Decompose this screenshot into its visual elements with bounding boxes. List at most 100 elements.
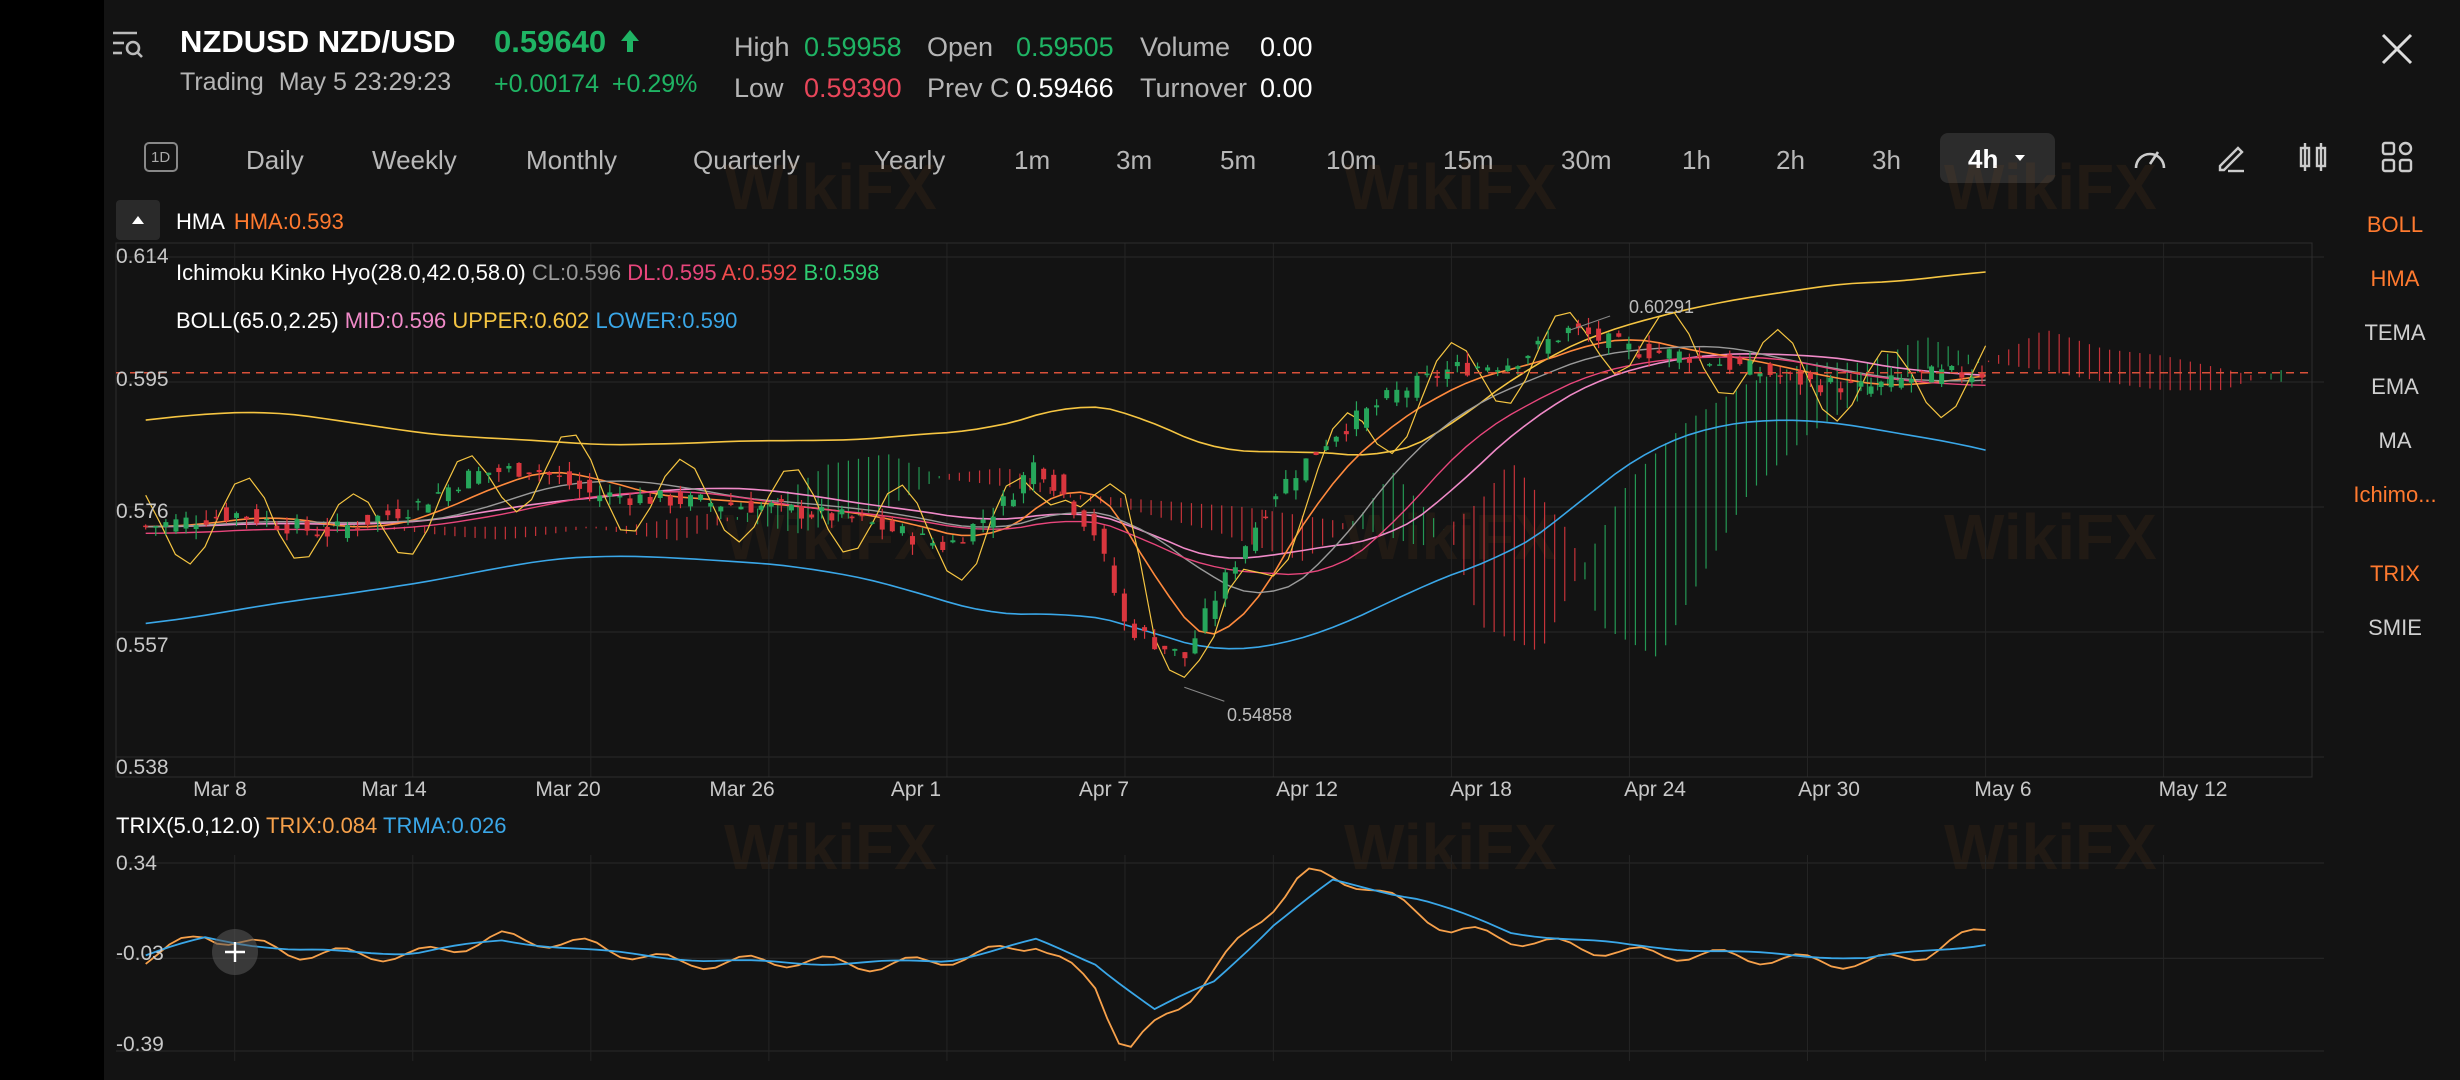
- candle-body: [344, 525, 350, 539]
- candle-body: [980, 519, 986, 524]
- candle-body: [294, 519, 300, 529]
- tab-10m[interactable]: 10m: [1326, 145, 1377, 176]
- candle-body: [728, 502, 734, 505]
- candle-body: [334, 521, 340, 526]
- candle-body: [143, 525, 149, 528]
- indicator-ma[interactable]: MA: [2330, 428, 2460, 454]
- x-tick-label: Mar 26: [709, 778, 775, 801]
- tab-yearly[interactable]: Yearly: [874, 145, 945, 176]
- candle-body: [1606, 333, 1612, 348]
- candle-body: [1000, 496, 1006, 506]
- candle-body: [1949, 365, 1955, 371]
- candle-body: [1888, 375, 1894, 388]
- candle-body: [153, 526, 159, 528]
- layout-grid-icon[interactable]: [2380, 140, 2414, 179]
- candle-body: [1202, 608, 1208, 632]
- indicator-tema[interactable]: TEMA: [2330, 320, 2460, 346]
- candle-body: [1242, 546, 1248, 559]
- candle-body: [516, 463, 522, 477]
- candle-body: [819, 507, 825, 512]
- candle-body: [1192, 638, 1198, 654]
- candle-body: [1656, 350, 1662, 353]
- collapse-legend-button[interactable]: [116, 200, 160, 240]
- candle-body: [405, 517, 411, 519]
- crosshair-add-button[interactable]: [212, 929, 258, 975]
- candle-body: [506, 466, 512, 469]
- candle-body: [1222, 572, 1228, 599]
- trix-chart[interactable]: [104, 845, 2324, 1080]
- candle-body: [1424, 373, 1430, 376]
- candle-body: [355, 528, 361, 530]
- candle-body: [284, 524, 290, 534]
- candle-body: [546, 472, 552, 475]
- candle-body: [1495, 370, 1501, 372]
- indicator-hma[interactable]: HMA: [2330, 266, 2460, 292]
- indicator-boll[interactable]: BOLL: [2330, 212, 2460, 238]
- tab-30m[interactable]: 30m: [1561, 145, 1612, 176]
- trix-legend[interactable]: TRIX(5.0,12.0) TRIX:0.084 TRMA:0.026: [116, 813, 507, 839]
- open-value: 0.59505: [1016, 32, 1114, 62]
- tab-15m[interactable]: 15m: [1443, 145, 1494, 176]
- tab-2h[interactable]: 2h: [1776, 145, 1805, 176]
- candle-body: [314, 534, 320, 537]
- tab-weekly[interactable]: Weekly: [372, 145, 457, 176]
- candle-body: [1253, 527, 1259, 551]
- ichimoku-legend[interactable]: Ichimoku Kinko Hyo(28.0,42.0,58.0) CL:0.…: [176, 260, 879, 286]
- ichimoku-cl: CL:0.596: [531, 260, 622, 285]
- tab-quarterly[interactable]: Quarterly: [693, 145, 800, 176]
- tab-3m[interactable]: 3m: [1116, 145, 1152, 176]
- x-tick-label: Apr 1: [890, 778, 942, 801]
- tab-4h-label: 4h: [1968, 144, 1999, 174]
- candle-body: [223, 507, 229, 521]
- trix-y-tick-label: -0.03: [116, 942, 164, 965]
- candle-body: [1162, 645, 1168, 650]
- boll-legend[interactable]: BOLL(65.0,2.25) MID:0.596 UPPER:0.602 LO…: [176, 308, 737, 334]
- candlestick-icon[interactable]: [2296, 140, 2330, 179]
- candle-body: [1636, 354, 1642, 358]
- indicator-trix[interactable]: TRIX: [2330, 561, 2460, 587]
- candle-body: [950, 540, 956, 543]
- candle-body: [425, 504, 431, 513]
- x-tick-label: Apr 7: [1078, 778, 1130, 801]
- tab-4h[interactable]: 4h: [1940, 133, 2055, 183]
- candle-body: [1182, 652, 1188, 659]
- candle-body: [1121, 593, 1127, 622]
- tab-1m[interactable]: 1m: [1014, 145, 1050, 176]
- candle-body: [455, 489, 461, 492]
- candle-body: [1555, 340, 1561, 343]
- candle-body: [254, 509, 260, 524]
- candle-body: [607, 492, 613, 497]
- hma-legend[interactable]: HMA HMA:0.593: [176, 209, 344, 235]
- candle-body: [909, 536, 915, 545]
- indicator-ema[interactable]: EMA: [2330, 374, 2460, 400]
- tab-1h[interactable]: 1h: [1682, 145, 1711, 176]
- candle-body: [1747, 360, 1753, 375]
- x-tick-label: Apr 18: [1450, 778, 1512, 801]
- candle-body: [1091, 513, 1097, 536]
- candle-body: [597, 495, 603, 502]
- tab-monthly[interactable]: Monthly: [526, 145, 617, 176]
- period-1d-button[interactable]: 1D: [144, 142, 178, 172]
- menu-search-icon[interactable]: [112, 30, 144, 60]
- tab-daily[interactable]: Daily: [246, 145, 304, 176]
- close-icon[interactable]: [2380, 32, 2414, 66]
- candle-body: [1081, 510, 1087, 527]
- candle-body: [1908, 378, 1914, 383]
- prevc-value: 0.59466: [1016, 73, 1114, 103]
- tab-3h[interactable]: 3h: [1872, 145, 1901, 176]
- candle-body: [1394, 389, 1400, 403]
- pencil-icon[interactable]: [2214, 140, 2248, 179]
- tab-5m[interactable]: 5m: [1220, 145, 1256, 176]
- gauge-icon[interactable]: [2132, 142, 2168, 177]
- indicator-ichimoku[interactable]: Ichimo...: [2330, 482, 2460, 508]
- indicator-smie[interactable]: SMIE: [2330, 615, 2460, 641]
- candle-body: [799, 506, 805, 519]
- candle-body: [1535, 340, 1541, 345]
- candle-body: [1464, 362, 1470, 376]
- low-leader-line: [1184, 686, 1225, 702]
- x-tick-label: Mar 20: [535, 778, 601, 801]
- candle-body: [627, 498, 633, 505]
- volume-label: Volume: [1140, 32, 1231, 62]
- trma-value: TRMA:0.026: [383, 813, 507, 838]
- x-tick-label: Apr 24: [1624, 778, 1686, 801]
